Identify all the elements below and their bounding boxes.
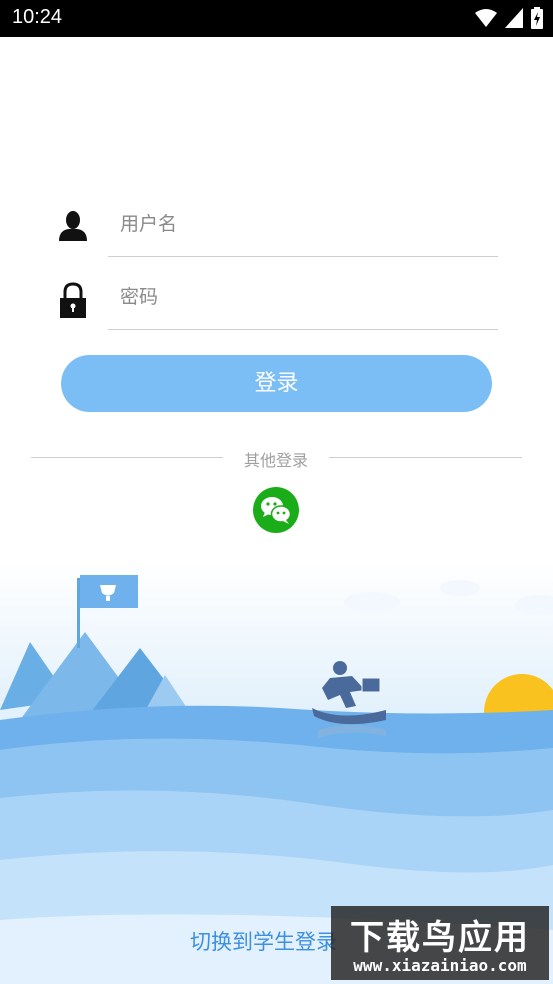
watermark-url: www.xiazainiao.com [353,956,527,975]
wechat-icon [261,497,292,524]
password-input[interactable] [108,272,498,322]
password-row [0,270,553,330]
wechat-login-button[interactable] [253,487,299,533]
status-bar: 10:24 [0,0,553,37]
status-icons [475,6,543,30]
divider-right [329,457,522,458]
username-input[interactable] [108,199,498,249]
username-row [0,195,553,257]
username-underline [108,256,498,257]
user-icon [59,211,87,241]
password-underline [108,329,498,330]
battery-charging-icon [531,7,543,29]
watermark: 下载鸟应用 www.xiazainiao.com [331,906,549,980]
status-time: 10:24 [12,6,63,28]
login-button[interactable]: 登录 [61,355,492,412]
cellular-signal-icon [505,8,523,28]
watermark-title: 下载鸟应用 [350,918,530,958]
switch-to-student-login-link[interactable]: 切换到学生登录 [190,926,337,956]
wifi-icon [475,9,497,27]
other-login-label: 其他登录 [243,451,308,470]
divider-left [31,457,223,458]
lock-icon [60,282,86,318]
